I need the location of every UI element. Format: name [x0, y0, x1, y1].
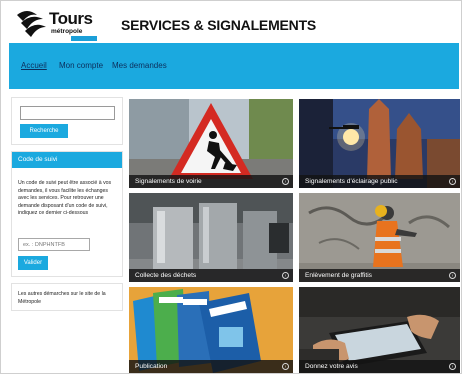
logo-mark-icon — [17, 11, 46, 37]
main-nav: Accueil Mon compte Mes demandes — [9, 43, 459, 89]
search-button[interactable]: Recherche — [20, 124, 68, 138]
search-panel: Recherche — [11, 97, 123, 145]
chevron-circle-icon: › — [449, 363, 456, 370]
tile-caption: Publication — [129, 360, 293, 373]
nav-item-accueil[interactable]: Accueil — [21, 61, 47, 70]
logo-tag-bar — [71, 36, 97, 41]
tracking-code-panel: Code de suivi Un code de suivi peut être… — [11, 151, 123, 277]
tile-signalements-voirie[interactable]: Signalements de voirie › — [129, 99, 293, 188]
other-services-link[interactable]: Les autres démarches sur le site de la M… — [18, 290, 116, 306]
tours-metropole-logo[interactable]: Tours métropole — [15, 7, 101, 41]
page-title: SERVICES & SIGNALEMENTS — [121, 17, 317, 33]
search-input[interactable] — [20, 106, 115, 120]
chevron-circle-icon: › — [449, 272, 456, 279]
tracking-code-description: Un code de suivi peut être associé à vos… — [18, 180, 112, 217]
tile-signalements-eclairage[interactable]: Signalements d'éclairage public › — [299, 99, 460, 188]
tile-publication[interactable]: Publication › — [129, 287, 293, 373]
nav-item-mon-compte[interactable]: Mon compte — [59, 61, 103, 70]
tracking-code-heading: Code de suivi — [12, 152, 122, 168]
chevron-circle-icon: › — [449, 178, 456, 185]
tile-enlevement-graffitis[interactable]: Enlèvement de graffitis › — [299, 193, 460, 282]
tracking-code-input[interactable]: ex. : DNPHNTFB — [18, 238, 90, 251]
nav-item-mes-demandes[interactable]: Mes demandes — [112, 61, 167, 70]
tile-caption: Collecte des déchets — [129, 269, 293, 282]
chevron-circle-icon: › — [282, 178, 289, 185]
tile-collecte-dechets[interactable]: Collecte des déchets › — [129, 193, 293, 282]
tile-caption: Enlèvement de graffitis — [299, 269, 460, 282]
chevron-circle-icon: › — [282, 363, 289, 370]
chevron-circle-icon: › — [282, 272, 289, 279]
logo-sub-text: métropole — [51, 28, 83, 35]
page-frame: Tours métropole SERVICES & SIGNALEMENTS … — [0, 0, 462, 374]
tile-caption: Signalements d'éclairage public — [299, 175, 460, 188]
tile-caption: Signalements de voirie — [129, 175, 293, 188]
tile-donnez-avis[interactable]: Donnez votre avis › — [299, 287, 460, 373]
other-links-panel: Les autres démarches sur le site de la M… — [11, 283, 123, 311]
validate-button[interactable]: Valider — [18, 256, 48, 270]
logo-brand-text: Tours — [49, 9, 93, 28]
site-header: Tours métropole SERVICES & SIGNALEMENTS — [9, 5, 459, 43]
tile-caption: Donnez votre avis — [299, 360, 460, 373]
